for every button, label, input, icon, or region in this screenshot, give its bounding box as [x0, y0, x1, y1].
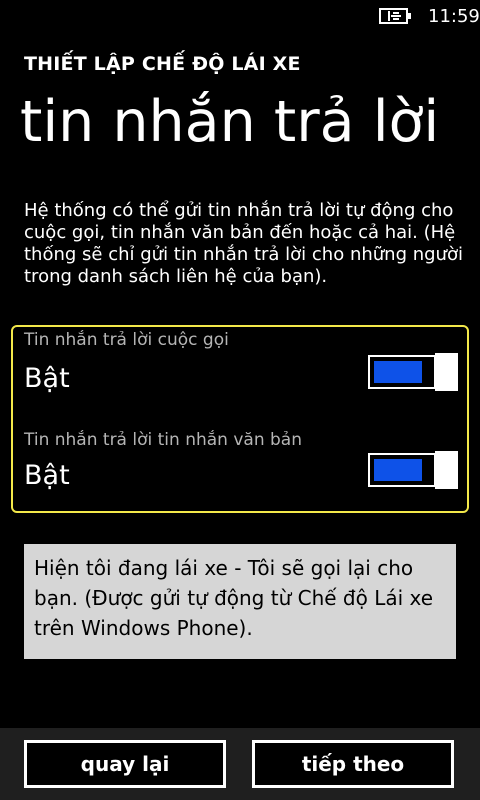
status-bar: 11:59 — [0, 0, 480, 32]
sms-reply-toggle[interactable] — [368, 451, 458, 489]
call-reply-state: Bật — [24, 363, 70, 394]
toggle-track — [368, 453, 436, 487]
toggle-fill — [374, 361, 422, 383]
page-title: tin nhắn trả lời — [20, 89, 440, 155]
section-title: THIẾT LẬP CHẾ ĐỘ LÁI XE — [24, 53, 301, 75]
reply-message-field[interactable]: Hiện tôi đang lái xe - Tôi sẽ gọi lại ch… — [24, 544, 456, 659]
toggle-track — [368, 355, 436, 389]
description-text: Hệ thống có thể gửi tin nhắn trả lời tự … — [24, 200, 463, 287]
sms-reply-row[interactable]: Tin nhắn trả lời tin nhắn văn bản Bật — [13, 430, 467, 510]
battery-charging-icon — [379, 8, 411, 24]
status-clock: 11:59 — [428, 6, 480, 27]
toggle-thumb[interactable] — [435, 353, 458, 391]
sms-reply-label: Tin nhắn trả lời tin nhắn văn bản — [24, 430, 302, 450]
call-reply-row[interactable]: Tin nhắn trả lời cuộc gọi Bật — [13, 330, 467, 410]
toggle-fill — [374, 459, 422, 481]
sms-reply-state: Bật — [24, 460, 70, 491]
auto-reply-toggles: Tin nhắn trả lời cuộc gọi Bật Tin nhắn t… — [11, 325, 469, 513]
toggle-thumb[interactable] — [435, 451, 458, 489]
next-button[interactable]: tiếp theo — [252, 740, 454, 788]
app-bar: quay lại tiếp theo — [0, 728, 480, 800]
call-reply-label: Tin nhắn trả lời cuộc gọi — [24, 330, 229, 350]
call-reply-toggle[interactable] — [368, 353, 458, 391]
back-button[interactable]: quay lại — [24, 740, 226, 788]
